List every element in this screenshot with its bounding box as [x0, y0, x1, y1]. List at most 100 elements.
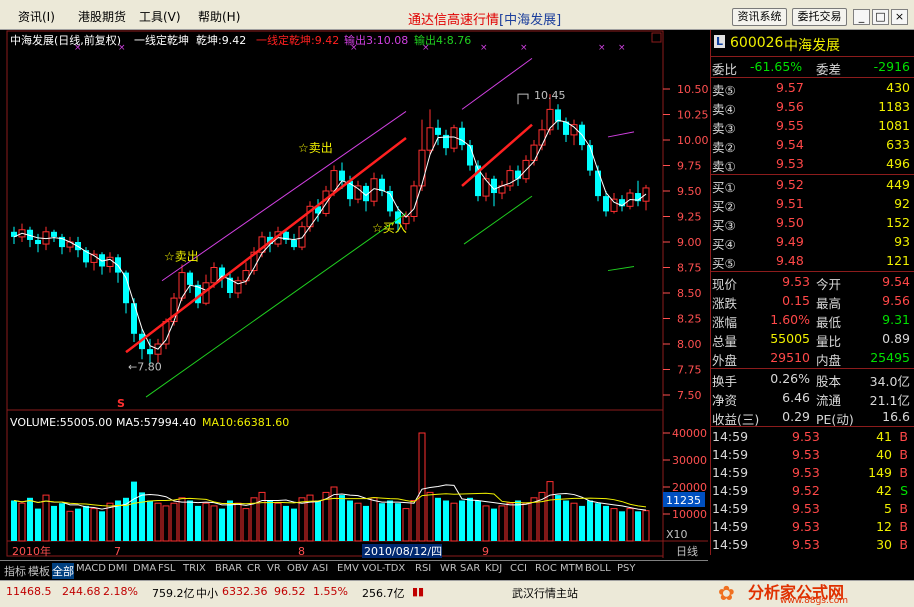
y-tick-label: 7.75: [677, 364, 702, 377]
tab-sar[interactable]: SAR: [460, 563, 480, 574]
menu-hk-futures[interactable]: 港股期货: [78, 8, 126, 25]
tick-volume: 41: [876, 429, 892, 444]
tab-rsi[interactable]: RSI: [415, 563, 431, 574]
tab-asi[interactable]: ASI: [312, 563, 328, 574]
bid-price: 9.52: [776, 177, 804, 192]
stock-logo-icon: L: [714, 35, 726, 48]
app-title-text: 通达信高速行情: [408, 13, 500, 28]
candle-body-up: [354, 185, 362, 200]
close-button[interactable]: ×: [891, 9, 908, 25]
volume-bar-up: [506, 502, 514, 542]
ask-label: 卖②: [712, 140, 736, 155]
volume-bar-down: [563, 500, 569, 541]
volume-bar-up: [546, 481, 554, 542]
candle-body-down: [147, 349, 153, 355]
sh-amount: 759.2亿: [152, 587, 195, 600]
tab-指标[interactable]: 指标: [4, 563, 26, 579]
fund-label: 股本: [816, 374, 842, 389]
volume-bar-down: [75, 508, 81, 541]
menu-info[interactable]: 资讯(I): [18, 8, 55, 25]
tick-direction: B: [899, 537, 908, 552]
tick-volume: 42: [876, 483, 892, 498]
kline-chart[interactable]: 中海发展(日线,前复权) 一线定乾坤 乾坤:9.42 一线定乾坤:9.42 输出…: [0, 30, 708, 558]
tab-macd[interactable]: MACD: [76, 563, 106, 574]
volume-bar-up: [42, 494, 50, 542]
tab-trix[interactable]: TRIX: [183, 563, 206, 574]
ask-volume: 633: [886, 137, 910, 152]
tick-direction: B: [899, 501, 908, 516]
volume-bar-up: [274, 502, 282, 542]
volume-bar-up: [210, 505, 218, 542]
tab-brar[interactable]: BRAR: [215, 563, 242, 574]
volume-bar-up: [90, 508, 98, 542]
volume-bar-down: [35, 508, 41, 541]
ask-volume: 1081: [878, 118, 910, 133]
tab-emv[interactable]: EMV: [337, 563, 359, 574]
tick-price: 9.53: [792, 429, 820, 444]
volume-bar-up: [298, 497, 306, 542]
chart-frame: [6, 30, 664, 557]
tab-fsl[interactable]: FSL: [158, 563, 176, 574]
tab-roc[interactable]: ROC: [535, 563, 557, 574]
menu-help[interactable]: 帮助(H): [198, 8, 240, 25]
panel-border: [710, 30, 711, 555]
bid-volume: 121: [886, 253, 910, 268]
weicha-label: 委差: [816, 62, 842, 77]
sh-change: 244.68: [62, 585, 101, 598]
tab-全部[interactable]: 全部: [52, 563, 74, 579]
volume-bar-up: [178, 497, 186, 542]
tab-boll[interactable]: BOLL: [585, 563, 611, 574]
tab-cr[interactable]: CR: [247, 563, 261, 574]
tab-dmi[interactable]: DMI: [108, 563, 127, 574]
bid-label: 买④: [712, 237, 736, 252]
volume-bar-up: [626, 508, 634, 542]
volume-bar-down: [579, 505, 585, 541]
tick-price: 9.53: [792, 537, 820, 552]
signal-marker: ×: [520, 43, 528, 53]
fund-value: 6.46: [782, 390, 810, 405]
volume-bar-down: [587, 500, 593, 541]
tab-cci[interactable]: CCI: [510, 563, 527, 574]
volume-bar-down: [219, 508, 225, 541]
menu-tools[interactable]: 工具(V): [139, 8, 181, 25]
candle-body-up: [418, 149, 426, 187]
tab-psy[interactable]: PSY: [617, 563, 636, 574]
tab-mtm[interactable]: MTM: [560, 563, 583, 574]
volume-ma5: MA5:57994.40: [116, 416, 197, 429]
volume-bar-down: [99, 511, 105, 541]
weicha-value: -2916: [873, 59, 910, 74]
tab-vol-tdx[interactable]: VOL-TDX: [362, 563, 405, 574]
sme-label: 中小: [196, 587, 218, 600]
maximize-button[interactable]: □: [872, 9, 889, 25]
tab-wr[interactable]: WR: [440, 563, 457, 574]
tab-obv[interactable]: OBV: [287, 563, 308, 574]
candle-body-up: [242, 270, 250, 282]
tab-dma[interactable]: DMA: [133, 563, 156, 574]
minimize-button[interactable]: _: [853, 9, 870, 25]
server-name[interactable]: 武汉行情主站: [512, 585, 578, 601]
ask-label: 卖①: [712, 159, 736, 174]
signal-marker: ×: [598, 43, 606, 53]
stat-label: 总量: [712, 334, 738, 349]
tick-direction: B: [899, 519, 908, 534]
tab-kdj[interactable]: KDJ: [485, 563, 502, 574]
stat-label: 最低: [816, 315, 842, 330]
alert-icon[interactable]: ▮▮: [412, 585, 424, 598]
volume-label: VOLUME:55005.00: [10, 416, 113, 429]
volume-bar-down: [11, 500, 17, 541]
tick-direction: S: [900, 483, 908, 498]
info-system-button[interactable]: 资讯系统: [732, 8, 787, 26]
volume-bar-down: [435, 497, 441, 541]
stat-value: 0.89: [882, 331, 910, 346]
stat-value: 9.54: [882, 274, 910, 289]
vol-badge: 11235: [666, 494, 701, 507]
stat-label: 涨跌: [712, 296, 738, 311]
tab-模板[interactable]: 模板: [28, 563, 50, 579]
tab-vr[interactable]: VR: [267, 563, 281, 574]
stat-value: 9.56: [882, 293, 910, 308]
stat-label: 现价: [712, 277, 738, 292]
tick-row: 14:59 9.53 149 B: [710, 464, 914, 483]
volume-bar-down: [635, 511, 641, 541]
order-trade-button[interactable]: 委托交易: [792, 8, 847, 26]
volume-bar-down: [363, 505, 369, 541]
